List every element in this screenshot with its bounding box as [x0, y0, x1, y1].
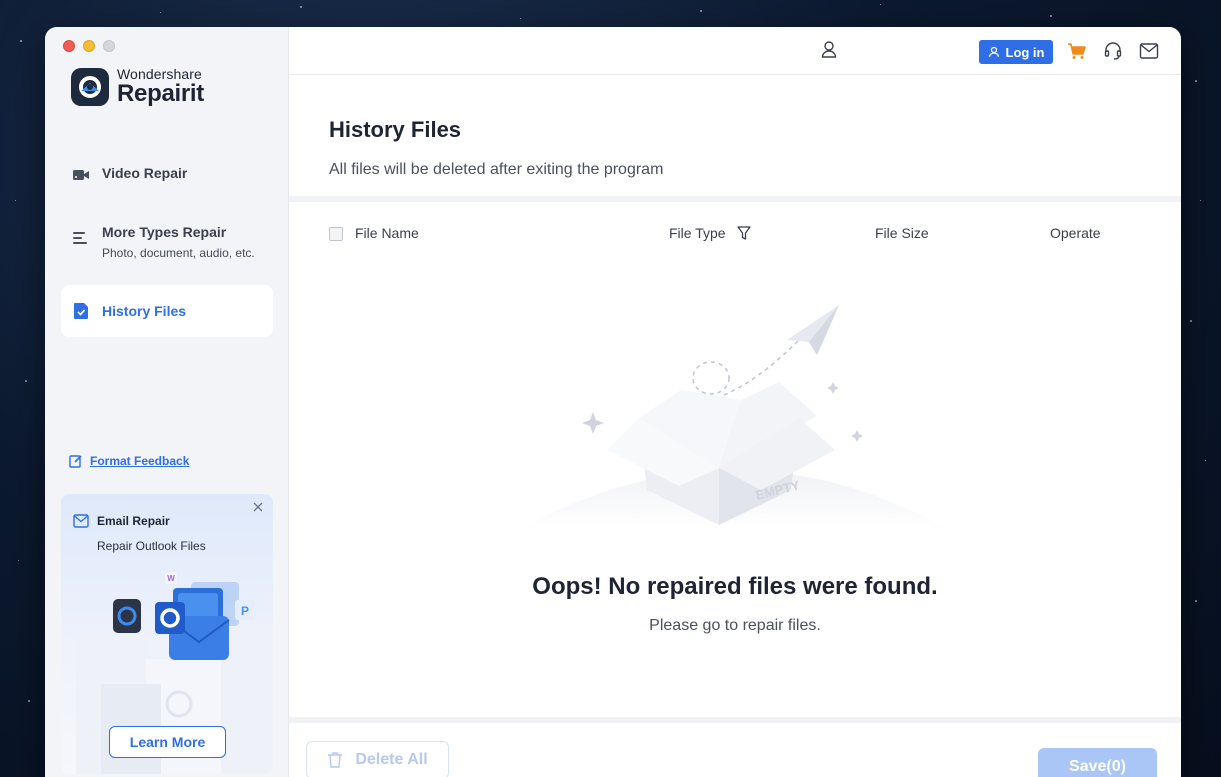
sidebar-item-sublabel: Photo, document, audio, etc. — [102, 246, 255, 260]
column-file-type: File Type — [669, 225, 752, 241]
sidebar: Wondershare Repairit Video Repair More T… — [45, 27, 289, 777]
divider — [289, 196, 1181, 202]
login-label: Log in — [1005, 44, 1045, 60]
email-repair-promo: Email Repair Repair Outlook Files P W Le… — [61, 494, 273, 774]
sidebar-item-label: More Types Repair — [102, 224, 227, 240]
mail-icon — [73, 514, 89, 528]
format-feedback-link[interactable]: Format Feedback — [90, 454, 189, 468]
sidebar-item-label: Video Repair — [102, 165, 188, 181]
empty-box-illustration: EMPTY — [519, 305, 949, 530]
column-operate: Operate — [1050, 225, 1101, 241]
empty-state-title: Oops! No repaired files were found. — [532, 573, 938, 600]
promo-subtitle: Repair Outlook Files — [97, 539, 206, 553]
history-file-icon — [74, 303, 88, 319]
list-icon — [73, 232, 87, 244]
trash-icon — [328, 752, 343, 768]
column-file-type-label: File Type — [669, 225, 726, 241]
top-bar: Log in — [289, 27, 1181, 75]
filter-icon[interactable] — [736, 225, 752, 241]
format-feedback[interactable]: Format Feedback — [69, 454, 189, 468]
promo-title: Email Repair — [97, 514, 170, 528]
headset-icon[interactable] — [1103, 41, 1123, 61]
brand-product: Repairit — [117, 80, 204, 107]
empty-state-subtitle: Please go to repair files. — [649, 617, 821, 634]
minimize-window-button[interactable] — [83, 40, 95, 52]
user-icon[interactable] — [819, 39, 839, 59]
learn-more-button[interactable]: Learn More — [109, 726, 226, 758]
main-content: History Files All files will be deleted … — [289, 75, 1181, 777]
close-icon[interactable] — [251, 500, 265, 514]
sidebar-item-more-types-repair[interactable]: More Types Repair Photo, document, audio… — [61, 224, 273, 260]
app-logo: Wondershare Repairit — [71, 67, 204, 106]
mail-icon[interactable] — [1139, 42, 1159, 60]
window-controls — [63, 40, 115, 52]
repairit-logo-icon — [71, 67, 109, 106]
divider — [289, 717, 1181, 723]
svg-text:P: P — [241, 604, 249, 618]
cart-icon[interactable] — [1067, 41, 1087, 61]
sidebar-item-video-repair[interactable]: Video Repair — [61, 165, 273, 184]
user-icon — [988, 46, 999, 58]
app-window: Wondershare Repairit Video Repair More T… — [45, 27, 1181, 777]
delete-all-label: Delete All — [355, 751, 428, 768]
page-title: History Files — [329, 117, 462, 142]
svg-text:W: W — [167, 574, 175, 583]
column-file-size: File Size — [875, 225, 929, 241]
zoom-window-button[interactable] — [103, 40, 115, 52]
sidebar-item-history-files[interactable]: History Files — [61, 285, 273, 337]
delete-all-button[interactable]: Delete All — [306, 741, 449, 777]
video-icon — [73, 170, 89, 180]
edit-icon — [69, 455, 82, 468]
brand-company: Wondershare — [117, 66, 202, 82]
sidebar-item-label: History Files — [102, 303, 187, 319]
column-file-name: File Name — [355, 225, 419, 241]
save-button[interactable]: Save(0) — [1038, 748, 1157, 777]
close-window-button[interactable] — [63, 40, 75, 52]
login-button[interactable]: Log in — [979, 40, 1053, 64]
select-all-checkbox[interactable] — [329, 227, 343, 241]
page-subtitle: All files will be deleted after exiting … — [329, 161, 664, 178]
table-header: File Name File Type File Size Operate — [289, 225, 1181, 245]
